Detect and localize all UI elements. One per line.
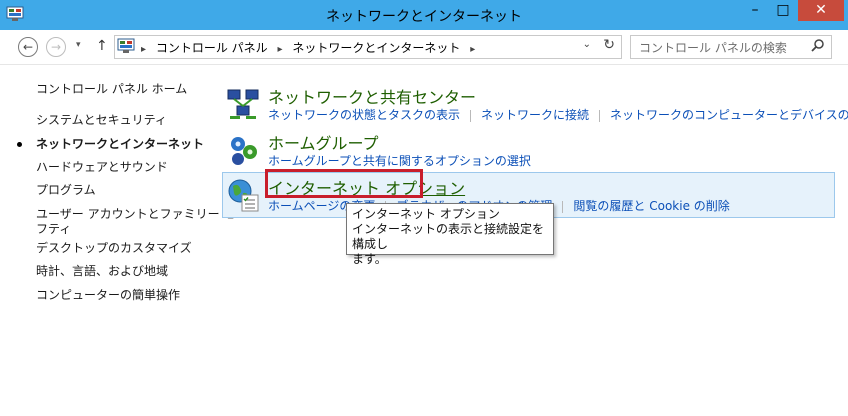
- tooltip-title: インターネット オプション: [352, 207, 500, 221]
- section-network-sharing-center: ネットワークと共有センター ネットワークの状態とタスクの表示 ネットワークに接続ネ…: [222, 84, 848, 124]
- link-divider: [562, 200, 564, 213]
- up-button[interactable]: ↑: [96, 38, 108, 54]
- back-button[interactable]: ←: [18, 37, 38, 57]
- sidebar-item-hardware-sound[interactable]: ハードウェアとサウンド: [36, 158, 168, 175]
- forward-button[interactable]: →: [46, 37, 66, 57]
- internet-options-icon: [228, 179, 259, 212]
- homegroup-tasks: ホームグループと共有に関するオプションの選択: [268, 152, 531, 169]
- control-panel-icon: [117, 38, 135, 53]
- refresh-icon[interactable]: ↻: [603, 37, 615, 53]
- delete-history-cookies-link[interactable]: 閲覧の履歴と Cookie の削除: [573, 199, 729, 213]
- tooltip-line-1: インターネットの表示と接続設定を構成し: [352, 222, 545, 251]
- homegroup-link[interactable]: ホームグループ: [268, 130, 379, 154]
- breadcrumb-separator[interactable]: ▸: [470, 44, 475, 55]
- view-network-computers-link[interactable]: ネットワークのコンピューターとデバイスの表示: [610, 108, 848, 122]
- link-divider: [470, 109, 472, 122]
- search-icon[interactable]: [811, 38, 825, 52]
- network-sharing-center-link[interactable]: ネットワークと共有センター: [268, 84, 476, 108]
- current-item-bullet: [17, 142, 22, 147]
- breadcrumb: ▸ コントロール パネル ▸ ネットワークとインターネット ▸: [141, 39, 481, 56]
- section-homegroup: ホームグループ ホームグループと共有に関するオプションの選択: [222, 130, 834, 170]
- close-button[interactable]: ✕: [798, 0, 844, 21]
- breadcrumb-separator[interactable]: ▸: [141, 44, 146, 55]
- breadcrumb-control-panel[interactable]: コントロール パネル: [156, 41, 268, 55]
- network-sharing-tasks: ネットワークの状態とタスクの表示 ネットワークに接続 ネットワークのコンピューターと…: [268, 106, 848, 123]
- recent-locations-dropdown[interactable]: ▾: [76, 40, 81, 50]
- maximize-button[interactable]: □: [770, 0, 796, 21]
- annotation-highlight-box: [265, 169, 423, 198]
- sidebar-item-user-accounts-cont[interactable]: フティ: [36, 220, 71, 237]
- sidebar-item-programs[interactable]: プログラム: [36, 181, 96, 198]
- internet-options-tooltip: インターネット オプション インターネットの表示と接続設定を構成し ます。: [346, 203, 554, 266]
- breadcrumb-network-internet[interactable]: ネットワークとインターネット: [292, 41, 460, 55]
- search-box[interactable]: コントロール パネルの検索: [630, 35, 832, 59]
- tooltip-line-2: ます。: [352, 252, 387, 266]
- address-bar[interactable]: ▸ コントロール パネル ▸ ネットワークとインターネット ▸ ⌄ ↻: [114, 35, 622, 59]
- window-title: ネットワークとインターネット: [326, 9, 522, 25]
- view-network-status-link[interactable]: ネットワークの状態とタスクの表示: [268, 108, 460, 122]
- link-divider: [599, 109, 601, 122]
- breadcrumb-separator[interactable]: ▸: [278, 44, 283, 55]
- connect-to-network-link[interactable]: ネットワークに接続: [481, 108, 589, 122]
- sidebar-item-ease-of-access[interactable]: コンピューターの簡単操作: [36, 286, 180, 303]
- sidebar-item-system-security[interactable]: システムとセキュリティ: [36, 111, 167, 128]
- sidebar-item-desktop-customization[interactable]: デスクトップのカスタマイズ: [36, 239, 192, 256]
- title-bar: ネットワークとインターネット – □ ✕: [0, 0, 848, 30]
- sidebar-item-network-internet: ネットワークとインターネット: [36, 137, 205, 151]
- address-dropdown-icon[interactable]: ⌄: [583, 39, 591, 50]
- navigation-bar: ← → ▾ ↑ ▸ コントロール パネル ▸ ネットワークとインターネット ▸ …: [0, 30, 848, 65]
- network-sharing-icon: [227, 89, 259, 119]
- sidebar-item-control-panel-home[interactable]: コントロール パネル ホーム: [36, 80, 187, 97]
- homegroup-icon: [231, 137, 257, 165]
- search-input[interactable]: コントロール パネルの検索: [639, 39, 787, 56]
- minimize-button[interactable]: –: [742, 0, 768, 21]
- homegroup-sharing-options-link[interactable]: ホームグループと共有に関するオプションの選択: [268, 154, 531, 168]
- sidebar-item-clock-language-region[interactable]: 時計、言語、および地域: [36, 262, 168, 279]
